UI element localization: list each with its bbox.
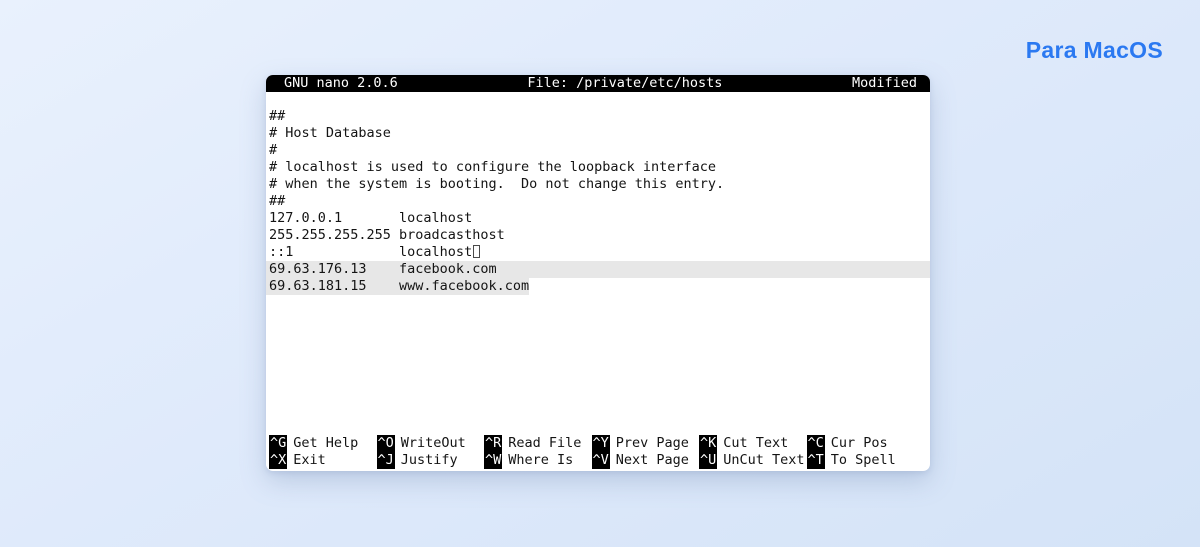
- nano-titlebar: GNU nano 2.0.6 File: /private/etc/hosts …: [266, 75, 930, 92]
- terminal-window: GNU nano 2.0.6 File: /private/etc/hosts …: [266, 75, 930, 471]
- ctrl-u-key: ^U: [699, 452, 717, 469]
- shortcut-row-1: ^GGet Help ^OWriteOut ^RRead File ^YPrev…: [269, 435, 930, 452]
- buffer-line: # Host Database: [269, 125, 930, 142]
- ctrl-r-key: ^R: [484, 435, 502, 452]
- shortcut-cur-pos: ^CCur Pos: [807, 435, 915, 452]
- buffer-line-localhost: 127.0.0.1 localhost: [269, 210, 930, 227]
- shortcut-where-is: ^WWhere Is: [484, 452, 592, 469]
- shortcut-cut-text: ^KCut Text: [699, 435, 807, 452]
- nano-shortcut-bar: ^GGet Help ^OWriteOut ^RRead File ^YPrev…: [269, 435, 930, 469]
- shortcut-row-2: ^XExit ^JJustify ^WWhere Is ^VNext Page …: [269, 452, 930, 469]
- ctrl-g-key: ^G: [269, 435, 287, 452]
- shortcut-exit: ^XExit: [269, 452, 377, 469]
- ctrl-y-key: ^Y: [592, 435, 610, 452]
- brand-watermark: Para MacOS: [1026, 37, 1163, 64]
- buffer-line: #: [269, 142, 930, 159]
- buffer-line: ##: [269, 108, 930, 125]
- ctrl-t-key: ^T: [807, 452, 825, 469]
- ctrl-j-key: ^J: [377, 452, 395, 469]
- nano-modified-status: Modified: [852, 75, 917, 92]
- shortcut-uncut-text: ^UUnCut Text: [699, 452, 807, 469]
- text-cursor: [473, 245, 480, 258]
- buffer-line: ##: [269, 193, 930, 210]
- ctrl-k-key: ^K: [699, 435, 717, 452]
- nano-file-path: File: /private/etc/hosts: [398, 75, 852, 92]
- editor-buffer[interactable]: ## # Host Database # # localhost is used…: [266, 92, 930, 471]
- buffer-line-facebook-selected: 69.63.176.13 facebook.com: [266, 261, 930, 278]
- buffer-line-ipv6-localhost: ::1 localhost: [269, 244, 930, 261]
- buffer-line: # localhost is used to configure the loo…: [269, 159, 930, 176]
- ctrl-o-key: ^O: [377, 435, 395, 452]
- buffer-line: # when the system is booting. Do not cha…: [269, 176, 930, 193]
- selected-text: 69.63.181.15 www.facebook.com: [266, 278, 529, 295]
- ctrl-v-key: ^V: [592, 452, 610, 469]
- nano-version-label: GNU nano 2.0.6: [284, 75, 398, 92]
- buffer-line-broadcasthost: 255.255.255.255 broadcasthost: [269, 227, 930, 244]
- shortcut-justify: ^JJustify: [377, 452, 485, 469]
- shortcut-next-page: ^VNext Page: [592, 452, 700, 469]
- shortcut-prev-page: ^YPrev Page: [592, 435, 700, 452]
- shortcut-get-help: ^GGet Help: [269, 435, 377, 452]
- shortcut-read-file: ^RRead File: [484, 435, 592, 452]
- buffer-line-www-facebook-selected: 69.63.181.15 www.facebook.com: [269, 278, 930, 295]
- ctrl-w-key: ^W: [484, 452, 502, 469]
- shortcut-writeout: ^OWriteOut: [377, 435, 485, 452]
- buffer-line-text: ::1 localhost: [269, 244, 472, 260]
- ctrl-c-key: ^C: [807, 435, 825, 452]
- ctrl-x-key: ^X: [269, 452, 287, 469]
- shortcut-to-spell: ^TTo Spell: [807, 452, 915, 469]
